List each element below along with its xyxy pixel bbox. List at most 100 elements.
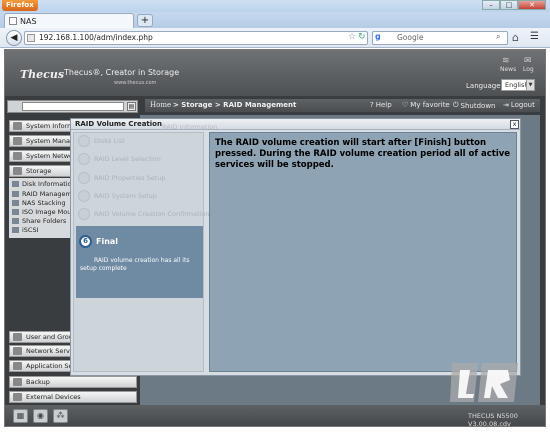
sidebar-search-input[interactable] xyxy=(22,102,124,111)
wizard-step: RAID Volume Creation Confirmation xyxy=(78,208,210,220)
sidebar-item[interactable]: ISO Image Mounting xyxy=(12,208,72,216)
item-label: RAID Management xyxy=(22,190,72,198)
dialog-title: RAID Volume Creation xyxy=(71,119,520,130)
watermark-logo xyxy=(450,363,518,402)
category-icon xyxy=(13,393,22,401)
shutdown-label: Shutdown xyxy=(460,101,496,110)
category-icon xyxy=(13,122,22,130)
log-link[interactable]: Log xyxy=(523,66,534,73)
search-icon[interactable]: ⌕ xyxy=(496,32,500,42)
logout-button[interactable]: ⇥ Logout xyxy=(503,101,535,109)
favorite-label: My favorite xyxy=(410,101,450,109)
category-icon xyxy=(13,152,22,160)
chevron-down-icon: ▼ xyxy=(526,80,534,90)
creation-message: The RAID volume creation will start afte… xyxy=(215,138,511,170)
language-select[interactable]: English ▼ xyxy=(501,79,535,91)
step-label: RAID Volume Creation Confirmation xyxy=(94,210,210,218)
step-number-icon xyxy=(78,153,90,165)
item-label: iSCSI xyxy=(22,226,39,234)
maximize-button[interactable]: □ xyxy=(500,0,518,10)
category-icon xyxy=(13,137,22,145)
tab-title: NAS xyxy=(20,16,37,26)
search-input[interactable]: Google xyxy=(372,31,508,45)
help-button[interactable]: ? Help xyxy=(370,101,392,109)
sidebar-item[interactable]: Disk Information xyxy=(12,180,72,188)
step-label: Disks List xyxy=(94,137,125,145)
brand-url: www.thecus.com xyxy=(114,80,157,86)
sidebar-item[interactable]: NAS Stacking xyxy=(12,199,72,207)
breadcrumb-home[interactable]: Home xyxy=(150,101,171,109)
search-engine-icon[interactable]: g xyxy=(375,32,381,41)
sidebar-category[interactable]: External Devices xyxy=(9,391,137,403)
reload-icon[interactable]: ↻ xyxy=(358,32,366,42)
sidebar-item[interactable]: Share Folders xyxy=(12,217,72,225)
sidebar-category[interactable]: Backup xyxy=(9,376,137,388)
raid-icon xyxy=(12,191,19,197)
language-value: English xyxy=(505,81,529,89)
monitor-icon[interactable]: ▦ xyxy=(13,409,28,423)
category-icon xyxy=(13,378,22,386)
step-number-icon xyxy=(78,172,90,184)
wizard-step: RAID Properties Setup xyxy=(78,172,166,184)
tab-nas[interactable]: NAS xyxy=(4,13,134,28)
item-label: NAS Stacking xyxy=(22,199,66,207)
item-label: Disk Information xyxy=(22,180,72,188)
disk-status-icon[interactable]: ◉ xyxy=(33,409,48,423)
back-arrow-icon[interactable]: ◀ xyxy=(6,30,22,46)
log-icon[interactable]: ✉ xyxy=(524,56,532,66)
help-label: Help xyxy=(375,101,392,109)
final-step-number: 6 xyxy=(79,235,92,248)
minimize-button[interactable]: – xyxy=(482,0,500,10)
menu-icon[interactable]: ☰ xyxy=(530,31,539,42)
window-controls: – □ ✕ xyxy=(482,0,546,10)
category-icon xyxy=(13,167,22,175)
close-window-button[interactable]: ✕ xyxy=(518,0,546,10)
network-icon[interactable]: ⁂ xyxy=(53,409,68,423)
category-label: External Devices xyxy=(26,393,81,401)
home-icon[interactable]: ⌂ xyxy=(512,31,519,44)
shutdown-button[interactable]: ⏻ Shutdown xyxy=(453,101,496,110)
iso-icon xyxy=(12,209,19,215)
category-label: Backup xyxy=(26,378,50,386)
rss-icon[interactable]: ≋ xyxy=(502,56,510,66)
step-number-icon xyxy=(78,208,90,220)
sidebar-item[interactable]: iSCSI xyxy=(12,226,72,234)
browser-titlebar xyxy=(0,0,550,12)
firmware-version: THECUS N5500 V3.00.08.cdv xyxy=(468,412,518,428)
item-label: ISO Image Mounting xyxy=(22,208,72,216)
new-tab-button[interactable]: + xyxy=(137,14,153,27)
thecus-logo: Thecus xyxy=(20,68,65,81)
category-icon xyxy=(13,333,22,341)
stack-icon xyxy=(12,200,19,206)
heart-icon: ♡ xyxy=(402,101,409,109)
category-icon xyxy=(13,362,22,370)
firefox-menu-label: Firefox xyxy=(6,1,34,9)
folder-icon xyxy=(12,218,19,224)
power-icon: ⏻ xyxy=(453,101,459,109)
wizard-step: RAID Level Selection xyxy=(78,153,161,165)
step-number-icon xyxy=(78,190,90,202)
sidebar-item[interactable]: RAID Management xyxy=(12,190,72,198)
step-label: RAID Properties Setup xyxy=(94,174,166,182)
step-number-icon xyxy=(78,135,90,147)
category-icon xyxy=(13,347,22,355)
wizard-step: RAID System Setup xyxy=(78,190,157,202)
close-icon[interactable]: x xyxy=(510,120,519,129)
breadcrumb: > Storage > RAID Management xyxy=(173,101,297,109)
news-link[interactable]: News xyxy=(500,66,516,73)
language-label: Language: xyxy=(466,82,503,90)
bookmark-star-icon[interactable]: ☆ xyxy=(348,32,356,42)
item-label: Share Folders xyxy=(22,217,67,225)
sidebar-search-icon[interactable]: ▤ xyxy=(127,102,136,111)
firefox-menu-button[interactable]: Firefox ▾ xyxy=(2,0,38,20)
page-icon xyxy=(9,17,17,25)
address-bar[interactable]: 192.168.1.100/adm/index.php xyxy=(24,31,368,45)
dialog-background-title: RAID Information xyxy=(162,123,218,131)
favorite-button[interactable]: ♡ My favorite xyxy=(402,101,450,109)
step-label: RAID System Setup xyxy=(94,192,157,200)
category-label: Storage xyxy=(26,167,52,175)
brand-tagline: Thecus®, Creator in Storage xyxy=(64,68,180,77)
site-identity-icon[interactable] xyxy=(27,34,35,42)
logout-label: Logout xyxy=(510,101,535,109)
iscsi-icon xyxy=(12,227,19,233)
